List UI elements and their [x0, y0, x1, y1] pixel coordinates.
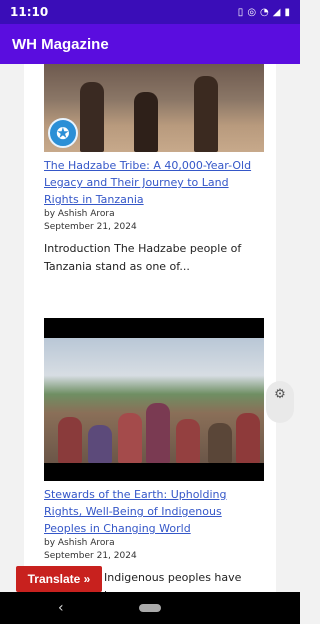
person-figure: [134, 92, 158, 152]
vibrate-icon: ▯: [237, 6, 244, 18]
article-thumbnail[interactable]: ✪: [44, 64, 264, 152]
person-figure: [80, 82, 104, 152]
thumbnail-photo: [44, 338, 264, 463]
article-title-link[interactable]: The Hadzabe Tribe: A 40,000-Year-Old Leg…: [44, 157, 264, 208]
signal-icon: ◢: [272, 6, 281, 18]
gear-icon: ⚙: [274, 387, 286, 402]
person-figure: [118, 413, 142, 463]
system-nav-bar: ‹: [0, 592, 300, 624]
article-card[interactable]: Stewards of the Earth: Upholding Rights,…: [44, 318, 264, 592]
battery-icon: ▮: [284, 6, 290, 18]
article-title-link[interactable]: Stewards of the Earth: Upholding Rights,…: [44, 486, 264, 537]
article-excerpt: Introduction The Hadzabe people of Tanza…: [44, 242, 242, 273]
person-figure: [208, 423, 232, 463]
settings-button[interactable]: ⚙: [266, 381, 294, 423]
article-date: September 21, 2024: [44, 551, 137, 561]
article-author: by Ashish Arora: [44, 538, 115, 548]
person-figure: [146, 403, 170, 463]
person-figure: [236, 413, 260, 463]
wifi-icon: ◔: [260, 6, 269, 18]
status-bar: 11:10 ▯ ◎ ◔ ◢ ▮: [0, 0, 300, 24]
article-date: September 21, 2024: [44, 222, 137, 232]
person-figure: [194, 76, 218, 152]
app-title: WH Magazine: [12, 35, 109, 53]
un-emblem-icon: ✪: [48, 118, 78, 148]
home-pill-icon[interactable]: [139, 604, 161, 612]
person-figure: [176, 419, 200, 463]
person-figure: [88, 425, 112, 463]
translate-button[interactable]: Translate »: [16, 566, 102, 592]
hotspot-icon: ◎: [247, 6, 257, 18]
status-icons: ▯ ◎ ◔ ◢ ▮: [238, 7, 290, 18]
article-card[interactable]: ✪ The Hadzabe Tribe: A 40,000-Year-Old L…: [44, 64, 264, 276]
article-feed[interactable]: ✪ The Hadzabe Tribe: A 40,000-Year-Old L…: [0, 64, 300, 592]
status-time: 11:10: [10, 5, 49, 19]
app-bar: WH Magazine: [0, 24, 300, 64]
article-thumbnail[interactable]: [44, 318, 264, 481]
article-list: ✪ The Hadzabe Tribe: A 40,000-Year-Old L…: [24, 64, 276, 592]
person-figure: [58, 417, 82, 463]
article-author: by Ashish Arora: [44, 209, 115, 219]
back-icon[interactable]: ‹: [58, 600, 64, 616]
